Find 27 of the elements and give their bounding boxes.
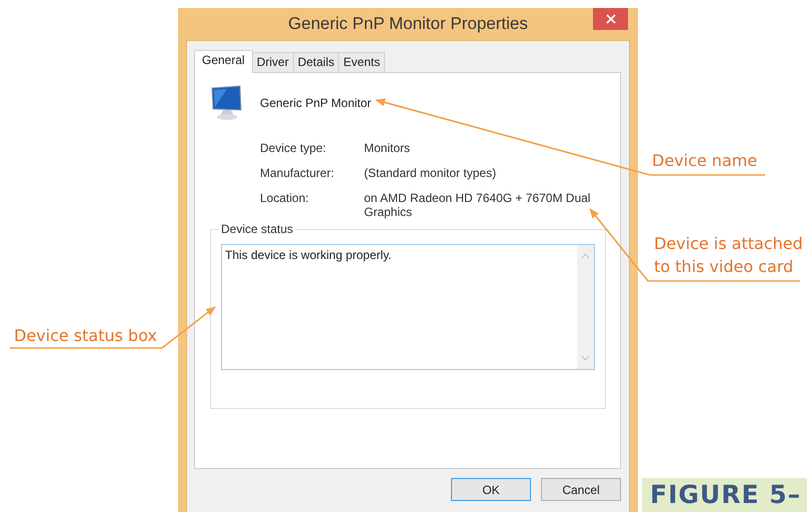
callout-label: Device is attached <box>654 233 803 255</box>
tab[interactable]: General <box>194 50 253 73</box>
monitor-icon <box>210 85 244 121</box>
scrollbar[interactable] <box>577 245 594 369</box>
callout-label: to this video card <box>654 256 794 278</box>
device-name: Generic PnP Monitor <box>260 96 372 110</box>
property-label: Location: <box>260 191 310 207</box>
close-button[interactable] <box>593 8 628 30</box>
tab[interactable]: Driver <box>252 52 294 72</box>
status-text: This device is working properly. <box>224 247 393 264</box>
close-icon <box>606 14 616 24</box>
property-label: Device type: <box>260 141 328 155</box>
figure-label: FIGURE 5– <box>642 478 807 512</box>
callout-label: Device name <box>652 150 758 172</box>
callout-label: Device status box <box>14 325 157 347</box>
tab[interactable]: Events <box>338 52 386 72</box>
scroll-up-icon[interactable] <box>581 253 590 259</box>
dialog-button[interactable]: OK <box>451 478 531 501</box>
property-value: on AMD Radeon HD 7640G + 7670M Dual Graphics <box>364 191 592 219</box>
group-label: Device status <box>219 222 296 236</box>
window-title: Generic PnP Monitor Properties <box>288 14 528 34</box>
dialog-button[interactable]: Cancel <box>541 478 621 501</box>
property-label: Manufacturer: <box>260 166 336 180</box>
tab[interactable]: Details <box>292 52 340 72</box>
scroll-down-icon[interactable] <box>581 355 590 361</box>
property-value: Monitors <box>364 141 412 155</box>
property-value: (Standard monitor types) <box>364 166 498 180</box>
